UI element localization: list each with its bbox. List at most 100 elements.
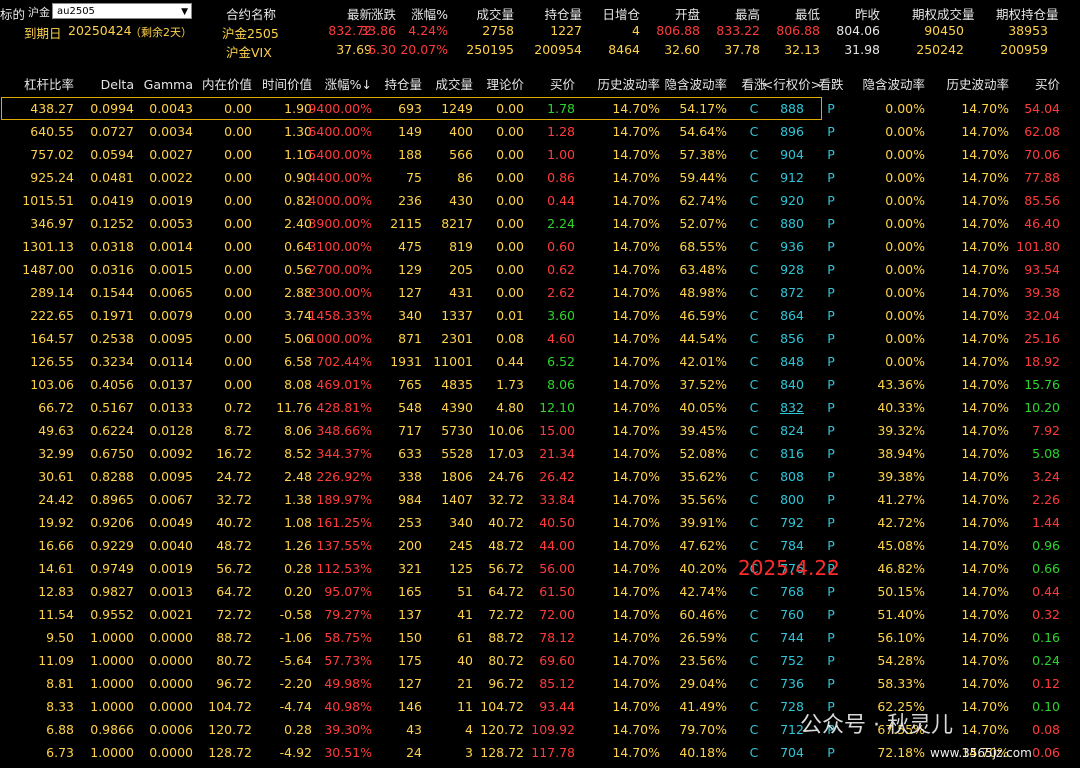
table-row[interactable]: 126.55 0.3234 0.0114 0.00 6.58 702.44% 1931 110…: [0, 350, 1080, 373]
table-cell: 14.70%: [612, 101, 660, 116]
table-row[interactable]: 8.81 1.0000 0.0000 96.72 -2.20 49.98% 127 21 96.…: [0, 672, 1080, 695]
table-cell: 1.28: [547, 124, 575, 139]
table-cell: 0.00%: [885, 285, 925, 300]
top-col-header: 涨跌: [370, 7, 396, 22]
table-row[interactable]: 640.55 0.0727 0.0034 0.00 1.30 6400.00% 149 400…: [0, 120, 1080, 143]
table-row[interactable]: 1015.51 0.0419 0.0019 0.00 0.82 4000.00% 236 43…: [0, 189, 1080, 212]
table-cell: 0.32: [1032, 607, 1060, 622]
table-cell: 52.08%: [679, 446, 727, 461]
table-cell: P: [827, 285, 835, 300]
table-row[interactable]: 11.09 1.0000 0.0000 80.72 -5.64 57.73% 175 40 80…: [0, 649, 1080, 672]
table-cell: 0.60: [547, 239, 575, 254]
site-watermark: www.3565jz.com: [930, 746, 1032, 760]
table-cell: 40.33%: [877, 400, 925, 415]
table-cell: 42.72%: [877, 515, 925, 530]
table-row[interactable]: 49.63 0.6224 0.0128 8.72 8.06 348.66% 717 5730 1…: [0, 419, 1080, 442]
table-cell: 56.10%: [877, 630, 925, 645]
table-row[interactable]: 438.27 0.0994 0.0043 0.00 1.90 9400.00% 693 124…: [0, 97, 1080, 120]
table-cell: 14.70%: [612, 262, 660, 277]
table-cell: P: [827, 308, 835, 323]
top-quote-cell: 4: [632, 23, 640, 38]
chevron-down-icon[interactable]: ▼: [181, 4, 188, 20]
table-cell: 0.24: [1032, 653, 1060, 668]
table-cell: 14.70%: [612, 170, 660, 185]
contract-select[interactable]: au2505 ▼: [52, 3, 192, 19]
column-header[interactable]: 看跌: [801, 75, 861, 95]
table-cell: 14.70%: [612, 630, 660, 645]
table-row[interactable]: 346.97 0.1252 0.0053 0.00 2.40 3900.00% 2115 82…: [0, 212, 1080, 235]
table-cell: 0.44: [1032, 584, 1060, 599]
table-row[interactable]: 19.92 0.9206 0.0049 40.72 1.08 161.25% 253 340 4…: [0, 511, 1080, 534]
table-cell: 14.70%: [612, 607, 660, 622]
table-cell: P: [827, 446, 835, 461]
table-cell: 0.00%: [885, 308, 925, 323]
column-header[interactable]: 隐含波动率: [657, 75, 727, 95]
table-cell: P: [827, 262, 835, 277]
table-row[interactable]: 11.54 0.9552 0.0021 72.72 -0.58 79.27% 137 41 72…: [0, 603, 1080, 626]
table-cell: 0.00%: [885, 124, 925, 139]
table-cell: 14.70%: [612, 216, 660, 231]
table-cell: P: [827, 377, 835, 392]
table-cell: 14.70%: [612, 469, 660, 484]
top-col-header: 合约名称: [226, 7, 277, 22]
top-quote-cell: 804.06: [836, 23, 880, 38]
table-row[interactable]: 925.24 0.0481 0.0022 0.00 0.90 4400.00% 75 86 0.…: [0, 166, 1080, 189]
table-cell: 68.55%: [679, 239, 727, 254]
table-cell: 3.60: [547, 308, 575, 323]
column-header[interactable]: 买价: [990, 75, 1060, 95]
table-row[interactable]: 103.06 0.4056 0.0137 0.00 8.08 469.01% 765 4835…: [0, 373, 1080, 396]
table-cell: 14.70%: [612, 561, 660, 576]
table-cell: 0.86: [547, 170, 575, 185]
table-cell: 14.70%: [612, 423, 660, 438]
table-cell: 33.84: [539, 492, 575, 507]
table-cell: 38.94%: [877, 446, 925, 461]
top-quote-cell: 200954: [534, 42, 582, 57]
top-col-header: 日增仓: [602, 7, 640, 22]
table-cell: 25.16: [1024, 331, 1060, 346]
top-col-header: 最高: [734, 7, 760, 22]
table-row[interactable]: 12.83 0.9827 0.0013 64.72 0.20 95.07% 165 51 64.…: [0, 580, 1080, 603]
table-cell: 39.91%: [679, 515, 727, 530]
table-cell: 85.56: [1024, 193, 1060, 208]
table-row[interactable]: 289.14 0.1544 0.0065 0.00 2.88 2300.00% 127 431…: [0, 281, 1080, 304]
table-row[interactable]: 1487.00 0.0316 0.0015 0.00 0.56 2700.00% 129 20…: [0, 258, 1080, 281]
table-row[interactable]: 24.42 0.8965 0.0067 32.72 1.38 189.97% 984 1407…: [0, 488, 1080, 511]
table-row[interactable]: 164.57 0.2538 0.0095 0.00 5.06 1000.00% 871 230…: [0, 327, 1080, 350]
table-cell: 37.52%: [679, 377, 727, 392]
column-header[interactable]: 历史波动率: [590, 75, 660, 95]
table-row[interactable]: 32.99 0.6750 0.0092 16.72 8.52 344.37% 633 5528…: [0, 442, 1080, 465]
table-cell: 0.00%: [885, 147, 925, 162]
table-row[interactable]: 14.61 0.9749 0.0019 56.72 0.28 112.53% 321 125 5…: [0, 557, 1080, 580]
table-cell: 1.00: [547, 147, 575, 162]
top-quote-cell: 90450: [924, 23, 964, 38]
table-cell: 14.70%: [612, 308, 660, 323]
table-cell: 0.10: [1032, 699, 1060, 714]
column-header[interactable]: 隐含波动率: [855, 75, 925, 95]
table-cell: 72.18%: [877, 745, 925, 760]
table-row[interactable]: 222.65 0.1971 0.0079 0.00 3.74 1458.33% 340 133…: [0, 304, 1080, 327]
column-header[interactable]: 买价: [505, 75, 575, 95]
table-row[interactable]: 9.50 1.0000 0.0000 88.72 -1.06 58.75% 150 61 88.…: [0, 626, 1080, 649]
table-row[interactable]: 757.02 0.0594 0.0027 0.00 1.10 5400.00% 188 566…: [0, 143, 1080, 166]
wechat-watermark: 公众号 · 秋灵儿: [800, 713, 953, 738]
table-row[interactable]: 6.73 1.0000 0.0000 128.72 -4.92 30.51% 24 3 128.…: [0, 741, 1080, 764]
table-cell: 39.38: [1024, 285, 1060, 300]
table-row[interactable]: 1301.13 0.0318 0.0014 0.00 0.64 3100.00% 475 81…: [0, 235, 1080, 258]
table-row[interactable]: 16.66 0.9229 0.0040 48.72 1.26 137.55% 200 245 4…: [0, 534, 1080, 557]
table-cell: 93.54: [1024, 262, 1060, 277]
table-cell: 39.45%: [679, 423, 727, 438]
top-quote-cell: 沪金2505: [222, 26, 279, 41]
top-quote-cell: 沪金VIX: [226, 45, 272, 60]
table-cell: 39.32%: [877, 423, 925, 438]
top-quote-cell: 200959: [1000, 42, 1048, 57]
table-row[interactable]: 30.61 0.8288 0.0095 24.72 2.48 226.92% 338 1806…: [0, 465, 1080, 488]
table-cell: 0.00%: [885, 239, 925, 254]
table-row[interactable]: 66.72 0.5167 0.0133 0.72 11.76 428.81% 548 4390…: [0, 396, 1080, 419]
table-cell: 32.04: [1024, 308, 1060, 323]
table-cell: 6.52: [547, 354, 575, 369]
table-cell: 29.04%: [679, 676, 727, 691]
table-cell: 0.00%: [885, 216, 925, 231]
table-cell: 117.78: [531, 745, 575, 760]
table-cell: 54.28%: [877, 653, 925, 668]
table-cell: 23.56%: [679, 653, 727, 668]
